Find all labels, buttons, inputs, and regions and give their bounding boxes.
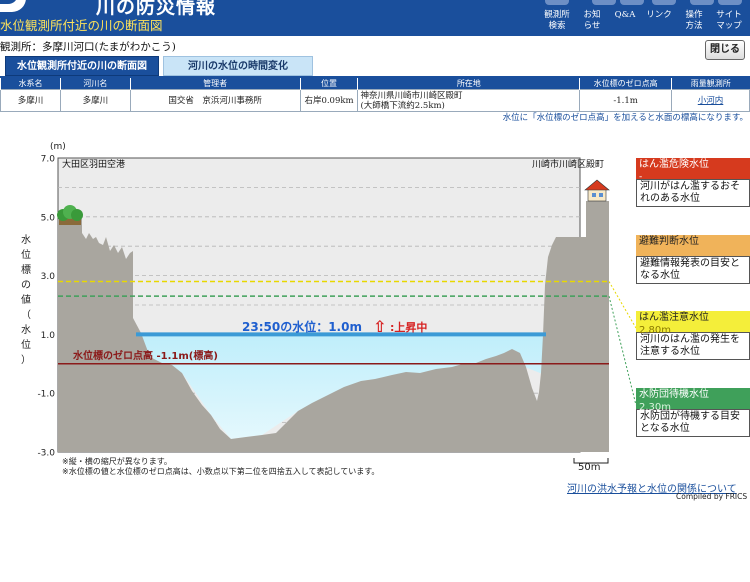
caution-connector <box>608 281 637 329</box>
tab-time-series[interactable]: 河川の水位の時間変化 <box>163 56 313 76</box>
nav-faq[interactable]: Q&A <box>612 10 638 21</box>
y-tick-label: 7.0 <box>41 155 56 165</box>
station-label: 観測所：多摩川河口(たまがわかこう) <box>0 41 176 53</box>
table-header: 位置 <box>299 78 358 90</box>
cell-river: 多摩川 <box>59 89 131 112</box>
legend-evacuation: 避難判断水位 避難情報発表の目安となる水位 <box>636 235 750 284</box>
legend-standby-desc: 水防団が待機する目安となる水位 <box>636 409 750 437</box>
table-header: 河川名 <box>59 78 131 90</box>
cell-manager: 国交省 京浜河川事務所 <box>129 89 301 112</box>
compiled-by: Compiled by FRICS <box>676 492 748 501</box>
y-axis-ticks: 7.0 5.0 3.0 1.0 -1.0 -3.0 <box>37 155 55 459</box>
zero-point-label: 水位標のゼロ点高 -1.1m(標高) <box>72 349 218 362</box>
table-header: 雨量観測所 <box>671 78 750 90</box>
nav-news[interactable]: お知 らせ <box>580 10 604 32</box>
table-header-row: 水系名 河川名 管理者 位置 所在地 水位標のゼロ点高 雨量観測所 <box>0 78 750 90</box>
y-axis-label: 水位標の値（水位） <box>21 234 31 366</box>
y-tick-label: 5.0 <box>41 213 56 223</box>
cell-system: 多摩川 <box>0 89 61 112</box>
legend-caution-desc: 河川のはん濫の発生を注意する水位 <box>636 332 750 360</box>
rounding-note: ※水位標の値と水位標のゼロ点高は、小数点以下第二位を四捨五入して表記しています。 <box>62 467 380 476</box>
legend-danger-head: はん濫危険水位 - <box>636 158 750 182</box>
cell-address: 神奈川県川崎市川崎区殿町 (大師橋下流約2.5km) <box>357 89 581 112</box>
cell-rain-station: 小河内 <box>671 89 750 112</box>
table-row: 多摩川 多摩川 国交省 京浜河川事務所 右岸0.09km 神奈川県川崎市川崎区殿… <box>0 89 750 112</box>
current-level-annotation: 23:50の水位：1.0m <box>242 319 362 334</box>
legend-caution-head: はん濫注意水位 2.80m <box>636 311 750 336</box>
scale-bar: 50m <box>573 458 609 473</box>
y-tick-label: 1.0 <box>41 331 56 341</box>
trend-arrow-icon: ⇧ <box>373 317 386 336</box>
station-info-table: 水系名 河川名 管理者 位置 所在地 水位標のゼロ点高 雨量観測所 多摩川 多摩… <box>0 78 750 112</box>
nav-station-search[interactable]: 観測所 検索 <box>542 10 572 32</box>
rain-station-link[interactable]: 小河内 <box>698 96 724 106</box>
legend-danger: はん濫危険水位 - 河川がはん濫するおそれのある水位 <box>636 158 750 207</box>
table-header: 水系名 <box>0 78 61 90</box>
cell-zero-height: -1.1m <box>579 89 673 112</box>
close-button[interactable]: 閉じる <box>705 40 745 60</box>
svg-text:50m: 50m <box>578 462 600 473</box>
table-header: 管理者 <box>129 78 301 90</box>
right-place-label: 川崎市川崎区殿町 <box>532 158 604 170</box>
logo-icon <box>0 0 26 12</box>
legend-evacuation-head: 避難判断水位 <box>636 235 750 256</box>
legend-danger-desc: 河川がはん濫するおそれのある水位 <box>636 179 750 207</box>
y-tick-label: 3.0 <box>41 272 56 282</box>
site-header: 川の防災情報 水位観測所付近の川の断面図 観測所 検索 お知 らせ Q&A リンク … <box>0 0 750 36</box>
y-tick-label: -1.0 <box>37 390 55 400</box>
left-place-label: 大田区羽田空港 <box>62 158 125 170</box>
nav-links[interactable]: リンク <box>644 10 674 21</box>
y-tick-label: -3.0 <box>37 449 55 459</box>
page-subtitle: 水位観測所付近の川の断面図 <box>0 18 163 33</box>
house-icon <box>584 179 610 202</box>
cell-position: 右岸0.09km <box>299 89 359 112</box>
nav-how-to[interactable]: 操作 方法 <box>682 10 706 32</box>
standby-connector <box>608 296 637 406</box>
top-nav: 観測所 検索 お知 らせ Q&A リンク 操作 方法 サイト マップ <box>540 0 750 36</box>
table-header: 所在地 <box>357 78 580 90</box>
trend-label: :上昇中 <box>390 320 427 334</box>
legend-standby-head: 水防団待機水位 2.30m <box>636 388 750 413</box>
legend-standby: 水防団待機水位 2.30m 水防団が待機する目安となる水位 <box>636 388 750 437</box>
nav-sitemap[interactable]: サイト マップ <box>712 10 746 32</box>
legend-caution: はん濫注意水位 2.80m 河川のはん濫の発生を注意する水位 <box>636 311 750 360</box>
legend-evacuation-desc: 避難情報発表の目安となる水位 <box>636 256 750 284</box>
water-level-note: 水位に「水位標のゼロ点高」を加えると水面の標高になります。 <box>502 113 748 123</box>
table-header: 水位標のゼロ点高 <box>579 78 672 90</box>
tab-cross-section[interactable]: 水位観測所付近の川の断面図 <box>5 56 159 76</box>
y-unit-label: (m) <box>50 142 66 152</box>
